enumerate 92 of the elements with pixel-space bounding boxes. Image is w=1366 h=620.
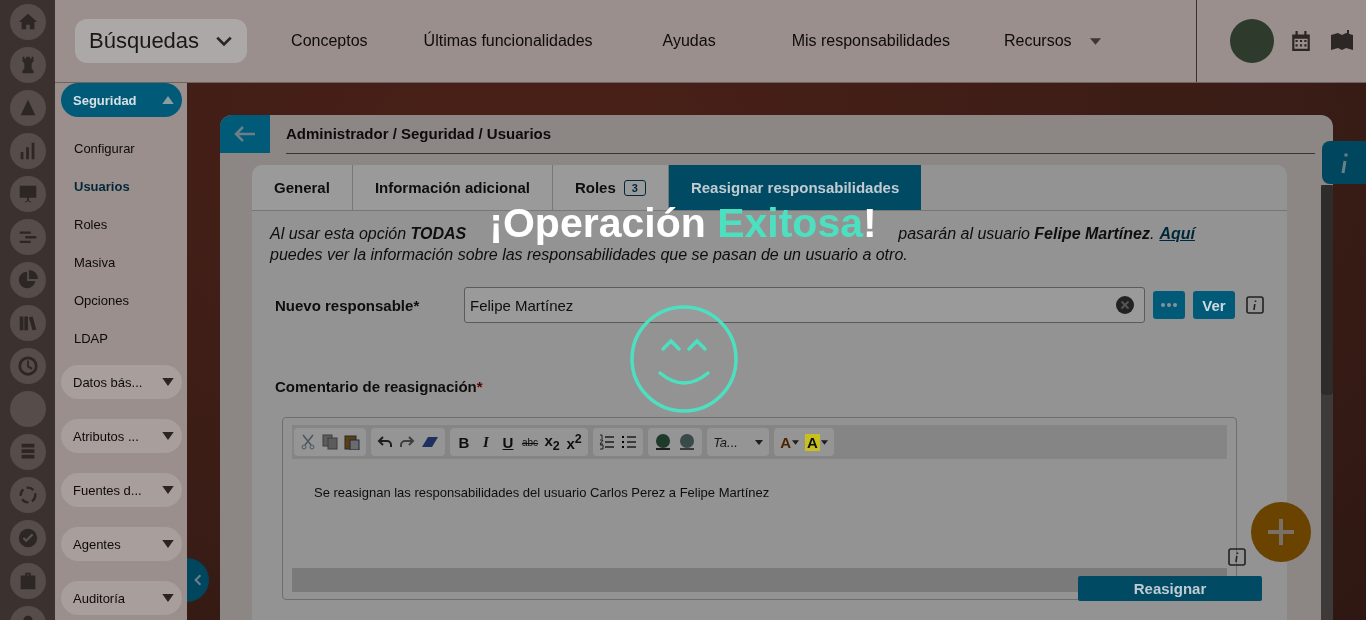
sidebar-item[interactable]: Masiva [61, 243, 182, 281]
text-color-button[interactable]: A [780, 433, 791, 451]
clear-icon [1116, 296, 1134, 314]
sidebar-section[interactable]: Datos bás... [61, 365, 182, 399]
notice-text: Al usar esta opción TODAS [270, 224, 467, 244]
nav-button[interactable] [9, 348, 46, 384]
caret-down-icon[interactable] [820, 439, 828, 445]
count-badge: 3 [623, 179, 646, 196]
arrow-left-icon [233, 124, 257, 144]
tab[interactable]: Información adicional [352, 165, 553, 210]
scissors-icon[interactable] [300, 434, 316, 450]
collapse-button[interactable] [187, 558, 209, 602]
nav-button[interactable] [9, 47, 46, 83]
nav-link[interactable]: Ayudas [662, 32, 716, 50]
bullet-list-icon[interactable] [621, 434, 638, 450]
sidebar-item[interactable]: Roles [61, 205, 182, 243]
nav-button[interactable] [9, 133, 46, 169]
numbered-list-icon[interactable] [599, 434, 616, 450]
back-button[interactable] [220, 115, 270, 153]
nav-button[interactable] [9, 176, 46, 212]
sidebar-item[interactable]: Usuarios [61, 167, 182, 205]
info-icon[interactable] [1228, 548, 1246, 566]
nav-link[interactable]: Recursos [1003, 32, 1072, 50]
format-button[interactable]: I [478, 433, 494, 451]
nav-button[interactable] [9, 434, 46, 470]
format-button[interactable]: B [456, 433, 472, 451]
tab[interactable]: General [252, 165, 353, 210]
nav-button[interactable] [9, 520, 46, 556]
nav-button[interactable] [9, 391, 46, 427]
format-button[interactable]: abc [522, 436, 539, 448]
info-icon [1339, 151, 1349, 174]
dots-icon [1161, 303, 1177, 307]
nav-link[interactable]: Mis responsabilidades [791, 32, 950, 50]
editor-text: Se reasignan las responsabilidades del usuario Carlos Perez a Felipe Martínez [314, 485, 770, 500]
caret-down-icon[interactable] [755, 439, 764, 445]
pie-chart-icon [16, 269, 39, 291]
sidebar-section[interactable]: Agentes [61, 527, 182, 561]
avatar[interactable] [1230, 19, 1274, 63]
nav-button[interactable] [9, 305, 46, 341]
chevron-left-icon [194, 574, 202, 586]
info-tab[interactable] [1322, 141, 1366, 184]
nav-link[interactable]: Últimas funcionalidades [423, 32, 593, 50]
breadcrumb: Administrador / Seguridad / Usuarios [286, 114, 1315, 154]
sidebar-section[interactable]: Fuentes d... [61, 473, 182, 507]
sidebar-item[interactable]: LDAP [61, 319, 182, 357]
reassign-button[interactable]: Reasignar [1078, 576, 1262, 601]
nav-button[interactable] [9, 90, 46, 126]
caret-down-icon[interactable] [791, 439, 799, 445]
sidebar-section[interactable]: Atributos ... [61, 419, 182, 453]
input-field[interactable]: Felipe Martínez [464, 287, 1145, 323]
highlight-color-button[interactable]: A [804, 433, 820, 451]
clipboard-icon[interactable] [344, 434, 360, 450]
caret-up-icon [162, 96, 174, 104]
nav-button[interactable] [9, 563, 46, 599]
undo-icon[interactable] [377, 434, 393, 450]
sidebar-section[interactable]: Seguridad [61, 83, 182, 117]
caret-down-icon [162, 432, 174, 440]
notice-text: pasarán al usuario Felipe Martínez. [898, 224, 1155, 244]
smiley-icon [628, 303, 740, 415]
nav-button[interactable] [9, 4, 46, 40]
redo-icon[interactable] [399, 434, 415, 450]
sidebar-item[interactable]: Configurar [61, 129, 182, 167]
sidebar-item[interactable]: Opciones [61, 281, 182, 319]
scrollbar[interactable] [1321, 185, 1333, 620]
nav-link[interactable]: Conceptos [291, 32, 368, 50]
caret-down-icon[interactable] [1089, 37, 1101, 45]
eraser-icon[interactable] [421, 435, 439, 449]
plus-icon [1266, 517, 1296, 547]
search-dropdown[interactable]: Búsquedas [75, 19, 248, 63]
format-button[interactable]: x$_{2}$ [544, 431, 561, 453]
copy-icon[interactable] [322, 434, 338, 450]
info-icon[interactable] [1246, 296, 1264, 314]
caret-down-icon [162, 594, 174, 602]
sidebar-section[interactable]: Auditoría [61, 581, 182, 615]
format-button[interactable]: U [500, 433, 516, 451]
help-link[interactable]: Aquí [1159, 223, 1195, 244]
calendar-icon[interactable] [1290, 30, 1312, 52]
clock-icon [16, 355, 39, 377]
caret-down-icon [162, 540, 174, 548]
field-label: Nuevo responsable* [275, 296, 421, 314]
nav-button[interactable] [9, 219, 46, 255]
field-label: Comentario de reasignación* [275, 378, 484, 395]
more-button[interactable] [1153, 291, 1185, 319]
caret-down-icon [162, 486, 174, 494]
format-button[interactable]: x$^{2}$ [566, 432, 583, 452]
nav-button[interactable] [9, 262, 46, 298]
notice-text: puedes ver la información sobre las responsabilidades que se pasan de un usuario a otro. [270, 246, 909, 265]
book-icon[interactable] [1330, 29, 1354, 53]
nav-button[interactable] [9, 477, 46, 513]
caret-down-icon [162, 378, 174, 386]
check-circle-icon [16, 527, 39, 549]
view-button[interactable]: Ver [1193, 291, 1235, 319]
